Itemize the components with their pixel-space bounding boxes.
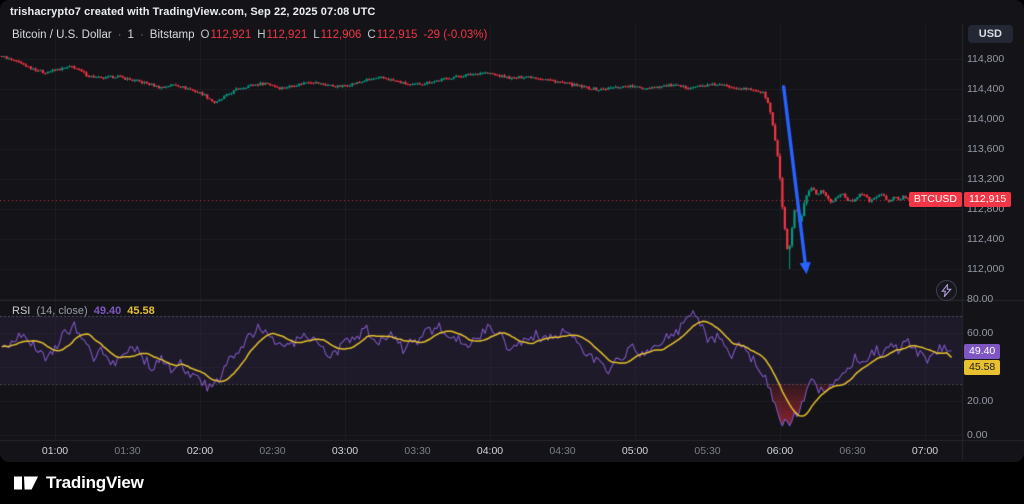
time-tick-label: 04:30 [549,445,575,457]
last-price-badge: 112,915 [964,192,1011,207]
time-tick-label: 02:00 [187,445,213,457]
ohlc-high: H112,921 [257,29,307,41]
rsi-ma-value-badge: 45.58 [964,360,1000,375]
ohlc-low: L112,906 [313,29,361,41]
symbol-legend: Bitcoin / U.S. Dollar · 1 · Bitstamp O11… [12,29,487,41]
chart-card: trishacrypto7 created with TradingView.c… [0,0,1024,462]
time-tick-label: 03:30 [404,445,430,457]
symbol-title[interactable]: Bitcoin / U.S. Dollar [12,29,112,41]
tradingview-logo-icon [13,473,39,493]
rsi-value-badge: 49.40 [964,344,1000,359]
price-tick-label: 113,600 [967,143,1004,155]
price-tick-label: 113,200 [967,173,1004,185]
time-tick-label: 06:30 [839,445,865,457]
time-tick-label: 05:00 [622,445,648,457]
footer: TradingView [0,462,1024,504]
rsi-ma-value-text: 45.58 [127,305,155,317]
price-tick-label: 112,400 [967,233,1004,245]
attribution-text: trishacrypto7 created with TradingView.c… [10,6,375,18]
interval-label[interactable]: 1 [128,29,134,41]
time-tick-label: 01:00 [42,445,68,457]
lightning-icon [941,284,952,297]
time-tick-label: 04:00 [477,445,503,457]
price-tick-label: 114,800 [967,53,1004,65]
currency-toggle-button[interactable]: USD [968,25,1013,43]
price-tick-label: 114,400 [967,83,1004,95]
time-tick-label: 05:30 [694,445,720,457]
rsi-title[interactable]: RSI [12,305,30,317]
time-tick-label: 06:00 [767,445,793,457]
rsi-value-text: 49.40 [94,305,122,317]
tradingview-logo[interactable]: TradingView [13,473,144,493]
legend-separator: · [140,29,144,41]
change-label: -29 (-0.03%) [423,29,487,41]
price-chart-canvas[interactable] [0,24,1024,460]
price-tick-label: 112,000 [967,263,1004,275]
time-tick-label: 07:00 [912,445,938,457]
price-symbol-badge: BTCUSD [909,192,962,207]
rsi-params: (14, close) [36,305,87,317]
rsi-legend: RSI (14, close) 49.40 45.58 [12,305,155,317]
rsi-tick-label: 20.00 [967,395,993,407]
ohlc-close: C112,915 [367,29,417,41]
legend-separator: · [118,29,122,41]
exchange-label[interactable]: Bitstamp [150,29,195,41]
chart-area: Bitcoin / U.S. Dollar · 1 · Bitstamp O11… [0,24,1024,460]
rsi-tick-label: 0.00 [967,429,987,441]
time-tick-label: 01:30 [114,445,140,457]
rsi-tick-label: 80.00 [967,293,993,305]
quick-trade-button[interactable] [936,280,957,301]
ohlc-open: O112,921 [201,29,252,41]
rsi-tick-label: 60.00 [967,327,993,339]
time-tick-label: 03:00 [332,445,358,457]
tradingview-logo-text: TradingView [46,473,144,493]
price-tick-label: 114,000 [967,113,1004,125]
time-tick-label: 02:30 [259,445,285,457]
